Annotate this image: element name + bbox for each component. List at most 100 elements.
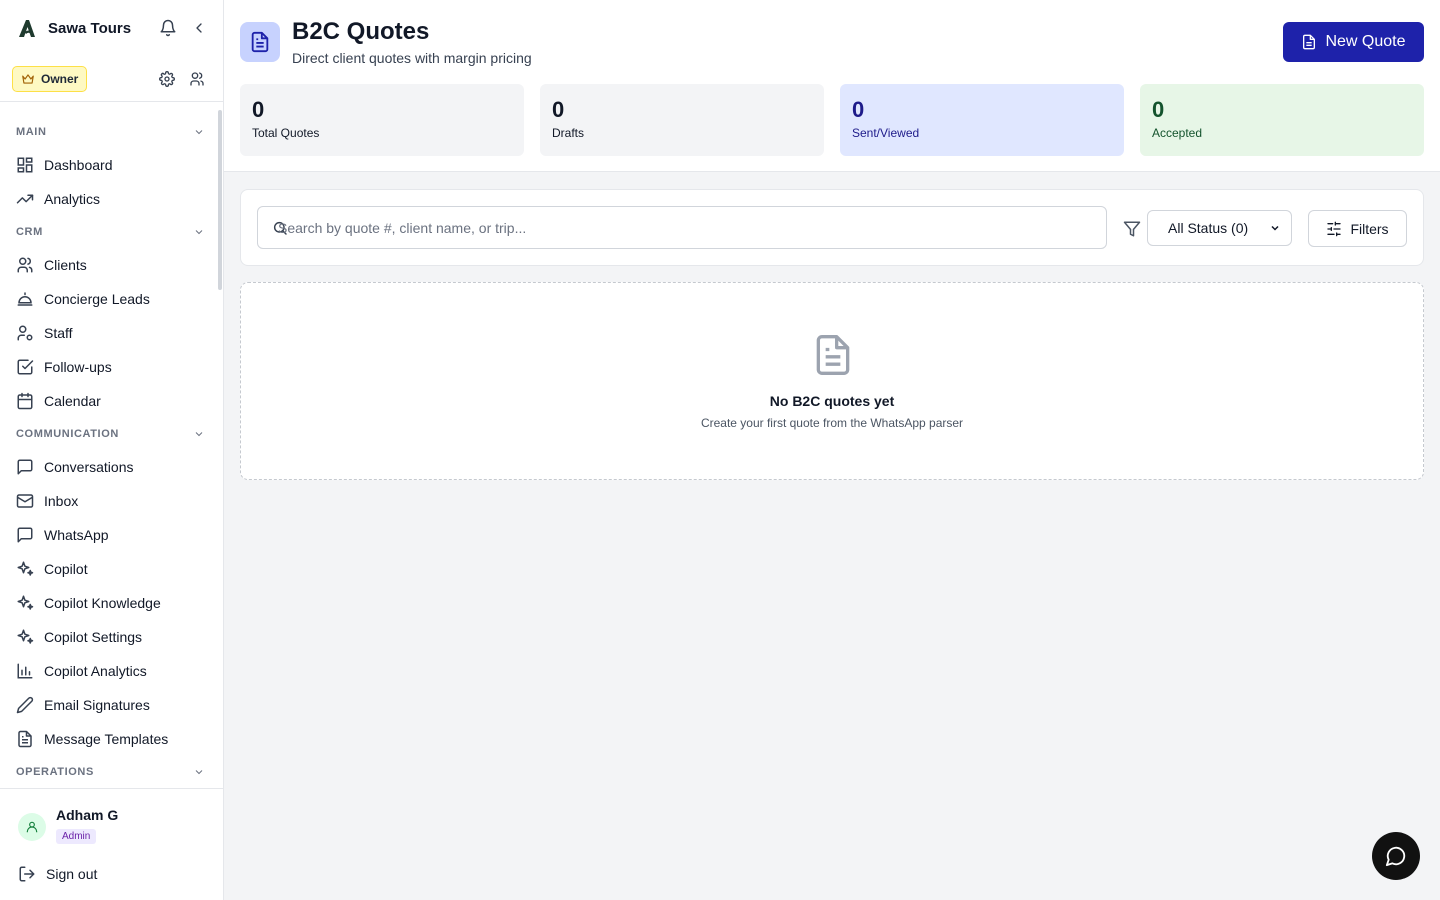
search-box [257, 206, 1107, 249]
stat-label: Drafts [552, 126, 585, 140]
empty-state: No B2C quotes yet Create your first quot… [240, 282, 1424, 480]
file-text-icon [249, 31, 271, 53]
admin-badge: Admin [56, 829, 97, 844]
sidebar-item-label: Calendar [44, 393, 101, 409]
page-icon [240, 22, 280, 62]
section-main-label: MAIN [16, 126, 47, 138]
sidebar-item-concierge-leads[interactable]: Concierge Leads [0, 282, 223, 316]
sidebar-item-dashboard[interactable]: Dashboard [0, 148, 223, 182]
section-crm-label: CRM [16, 226, 43, 238]
sidebar-item-copilot-settings[interactable]: Copilot Settings [0, 620, 223, 654]
empty-state-title: No B2C quotes yet [769, 393, 895, 409]
sidebar-item-label: Clients [44, 257, 87, 273]
sidebar-item-label: Email Signatures [44, 697, 150, 713]
check-square-icon [16, 358, 34, 376]
stat-label: Total Quotes [252, 126, 320, 140]
sidebar-item-conversations[interactable]: Conversations [0, 450, 223, 484]
message-square-icon [16, 526, 34, 544]
team-icon[interactable] [189, 71, 205, 87]
file-text-icon [811, 331, 855, 379]
owner-badge: Owner [12, 65, 88, 92]
mail-icon [16, 492, 34, 510]
sidebar: Sawa Tours Owner MAIN Dashboard Analytic… [0, 0, 224, 900]
stat-value: 0 [252, 97, 265, 122]
chevron-down-icon [193, 428, 205, 440]
sign-out-label: Sign out [46, 866, 98, 882]
sidebar-item-email-signatures[interactable]: Email Signatures [0, 688, 223, 722]
sidebar-item-label: Copilot Settings [44, 629, 143, 645]
sidebar-item-label: Conversations [44, 459, 134, 475]
crown-icon [21, 72, 35, 86]
file-text-icon [1301, 34, 1317, 50]
section-crm[interactable]: CRM [0, 216, 223, 248]
section-main[interactable]: MAIN [0, 116, 223, 148]
status-select[interactable]: All Status (0) [1147, 210, 1292, 246]
collapse-sidebar-icon[interactable] [191, 20, 207, 36]
stat-label: Accepted [1152, 126, 1203, 140]
role-row: Owner [0, 56, 223, 102]
avatar [18, 813, 46, 841]
sidebar-item-copilot-analytics[interactable]: Copilot Analytics [0, 654, 223, 688]
filters-label: Filters [1350, 220, 1389, 237]
bell-icon[interactable] [159, 19, 177, 37]
concierge-bell-icon [16, 290, 34, 308]
sign-out-button[interactable]: Sign out [18, 865, 97, 883]
sidebar-item-label: Follow-ups [44, 359, 112, 375]
sidebar-item-label: Message Templates [44, 731, 169, 747]
sidebar-item-clients[interactable]: Clients [0, 248, 223, 282]
stat-value: 0 [852, 97, 865, 122]
sidebar-item-calendar[interactable]: Calendar [0, 384, 223, 418]
status-select-value: All Status (0) [1168, 220, 1249, 236]
sidebar-item-copilot-knowledge[interactable]: Copilot Knowledge [0, 586, 223, 620]
message-square-icon [16, 458, 34, 476]
section-communication[interactable]: COMMUNICATION [0, 418, 223, 450]
sidebar-item-analytics[interactable]: Analytics [0, 182, 223, 216]
chevron-down-icon [193, 766, 205, 778]
sidebar-item-label: Copilot Analytics [44, 663, 147, 679]
empty-state-subtitle: Create your first quote from the WhatsAp… [700, 416, 964, 430]
gear-icon[interactable] [159, 70, 175, 87]
sliders-icon [1326, 221, 1342, 237]
user-cog-icon [16, 324, 34, 342]
brand-name: Sawa Tours [48, 19, 132, 37]
sparkles-icon [16, 594, 34, 612]
pen-icon [16, 696, 34, 714]
stat-label: Sent/Viewed [852, 126, 920, 140]
sidebar-item-staff[interactable]: Staff [0, 316, 223, 350]
stat-drafts: 0 Drafts [540, 84, 824, 156]
sidebar-item-label: Concierge Leads [44, 291, 150, 307]
file-text-icon [16, 730, 34, 748]
bar-chart-icon [16, 662, 34, 680]
new-quote-button[interactable]: New Quote [1283, 22, 1424, 62]
filters-button[interactable]: Filters [1308, 210, 1407, 247]
sidebar-item-copilot[interactable]: Copilot [0, 552, 223, 586]
sidebar-item-whatsapp[interactable]: WhatsApp [0, 518, 223, 552]
chevron-down-icon [193, 126, 205, 138]
section-operations-label: OPERATIONS [16, 766, 94, 778]
sidebar-item-inbox[interactable]: Inbox [0, 484, 223, 518]
brand-logo-icon[interactable] [16, 17, 38, 39]
sidebar-item-message-templates[interactable]: Message Templates [0, 722, 223, 756]
user-icon [25, 820, 39, 834]
section-operations[interactable]: OPERATIONS [0, 756, 223, 788]
new-quote-label: New Quote [1325, 33, 1406, 50]
page-title: B2C Quotes [292, 18, 430, 45]
chat-button[interactable] [1372, 832, 1420, 880]
sidebar-item-follow-ups[interactable]: Follow-ups [0, 350, 223, 384]
search-input[interactable] [278, 207, 1098, 248]
stat-sent-viewed: 0 Sent/Viewed [840, 84, 1124, 156]
sidebar-scrollbar[interactable] [218, 110, 222, 290]
user-name: Adham G [56, 807, 119, 823]
sidebar-item-label: Staff [44, 325, 73, 341]
calendar-icon [16, 392, 34, 410]
sparkles-icon [16, 560, 34, 578]
filter-bar: All Status (0) Filters [240, 189, 1424, 266]
sidebar-item-label: Copilot Knowledge [44, 595, 161, 611]
stat-value: 0 [1152, 97, 1165, 122]
sidebar-item-label: WhatsApp [44, 527, 109, 543]
grid-icon [16, 156, 34, 174]
stat-accepted: 0 Accepted [1140, 84, 1424, 156]
owner-badge-label: Owner [41, 71, 79, 86]
user-profile[interactable]: Adham G Admin [18, 807, 118, 844]
section-communication-label: COMMUNICATION [16, 428, 119, 440]
